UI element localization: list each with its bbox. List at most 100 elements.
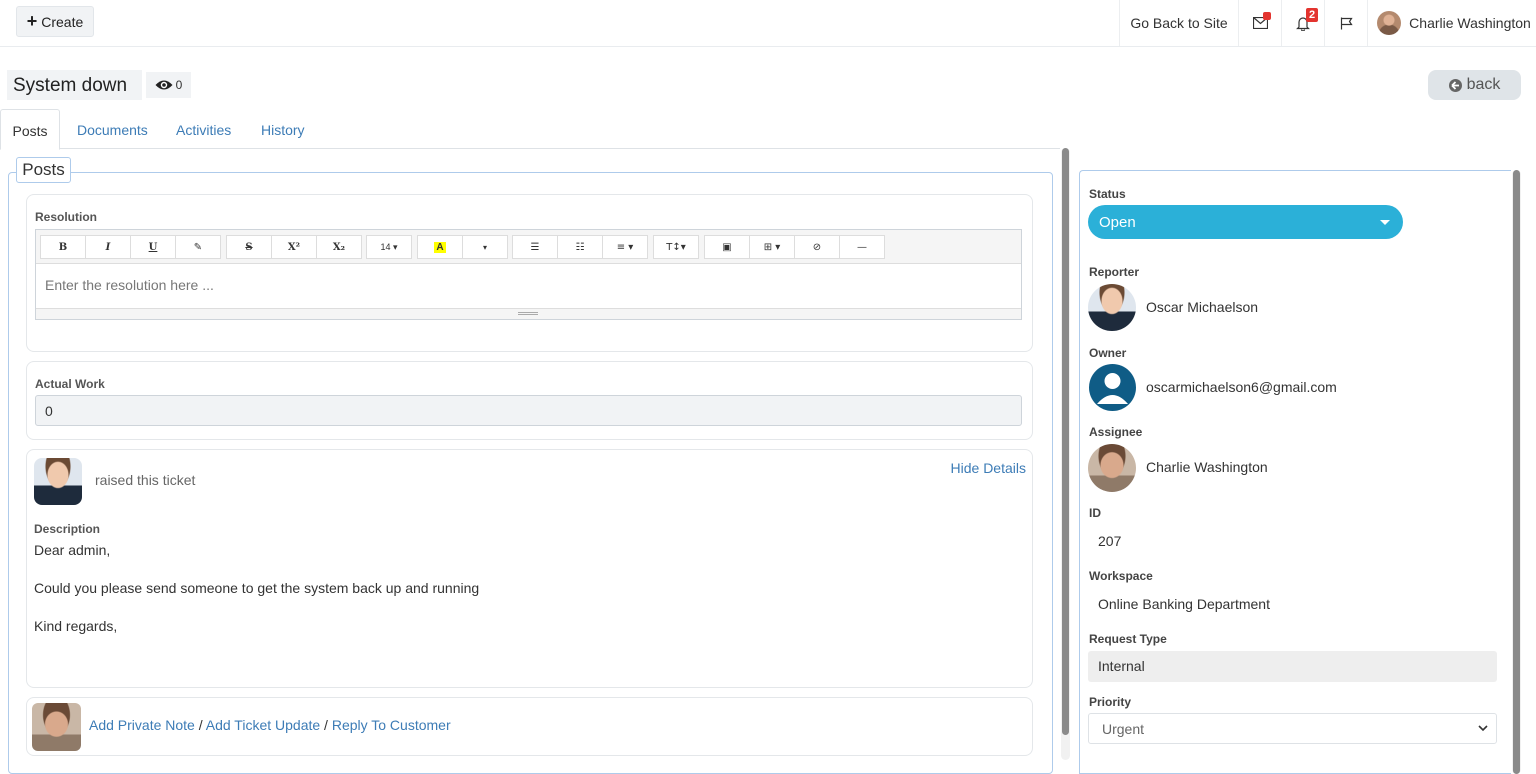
assignee-label: Assignee	[1089, 425, 1143, 439]
font-size-dropdown[interactable]: 14 ▾	[366, 235, 412, 259]
go-back-to-site-label: Go Back to Site	[1130, 15, 1228, 31]
priority-select[interactable]: Urgent	[1088, 713, 1497, 744]
user-avatar	[1377, 11, 1402, 35]
insert-table-dropdown[interactable]: ⊞ ▾	[749, 235, 795, 259]
caret-down-icon	[1380, 220, 1390, 225]
unordered-list-button[interactable]: ☰	[512, 235, 558, 259]
editor-toolbar: B I U ✎ S X² X₂ 14 ▾ A ▾ ☰ ☷ ≡ ▾ T↕▾ ▣ ⊞…	[36, 230, 1021, 264]
resolution-textarea[interactable]: Enter the resolution here ...	[36, 264, 1021, 308]
color-a-icon: A	[434, 241, 446, 253]
insert-link-button[interactable]: ⊘	[794, 235, 840, 259]
create-button[interactable]: + Create	[16, 6, 94, 37]
ticket-title: System down	[7, 70, 142, 100]
actual-work-input[interactable]: 0	[35, 395, 1022, 426]
insert-picture-button[interactable]: ▣	[704, 235, 750, 259]
tab-posts[interactable]: Posts	[0, 109, 60, 150]
request-type-label: Request Type	[1089, 632, 1167, 646]
reply-actions: Add Private Note / Add Ticket Update / R…	[89, 717, 451, 733]
italic-button[interactable]: I	[85, 235, 131, 259]
ordered-list-button[interactable]: ☷	[557, 235, 603, 259]
posts-legend: Posts	[16, 157, 71, 183]
owner-label: Owner	[1089, 346, 1127, 360]
request-type-field: Internal	[1088, 651, 1497, 682]
view-count-value: 0	[175, 78, 183, 92]
owner-avatar	[1089, 364, 1136, 411]
description-line-3: Kind regards,	[34, 618, 118, 634]
description-label: Description	[34, 522, 101, 536]
messages-button[interactable]	[1238, 0, 1281, 46]
id-label: ID	[1089, 506, 1101, 520]
workspace-label: Workspace	[1089, 569, 1153, 583]
reporter-label: Reporter	[1089, 265, 1140, 279]
resolution-card: Resolution B I U ✎ S X² X₂ 14 ▾ A ▾ ☰ ☷ …	[26, 194, 1033, 352]
horizontal-rule-button[interactable]: —	[839, 235, 885, 259]
user-name: Charlie Washington	[1409, 15, 1531, 31]
back-button[interactable]: back	[1428, 70, 1521, 100]
user-menu[interactable]: Charlie Washington	[1367, 0, 1536, 46]
line-height-dropdown[interactable]: T↕▾	[653, 235, 699, 259]
add-ticket-update-link[interactable]: Add Ticket Update	[206, 717, 320, 733]
chevron-down-icon	[1478, 725, 1488, 732]
back-button-label: back	[1466, 76, 1501, 93]
ticket-id: 207	[1098, 533, 1122, 549]
priority-value: Urgent	[1102, 721, 1145, 737]
description-line-1: Dear admin,	[34, 542, 111, 558]
actual-work-label: Actual Work	[35, 377, 105, 391]
reply-to-customer-link[interactable]: Reply To Customer	[332, 717, 451, 733]
status-label: Status	[1089, 187, 1126, 201]
go-back-to-site-link[interactable]: Go Back to Site	[1119, 0, 1238, 46]
reporter-name: Oscar Michaelson	[1146, 299, 1259, 315]
subscript-button[interactable]: X₂	[316, 235, 362, 259]
clear-format-button[interactable]: ✎	[175, 235, 221, 259]
user-silhouette-icon	[1097, 373, 1128, 404]
posts-scrollbar-thumb[interactable]	[1062, 148, 1069, 735]
add-private-note-link[interactable]: Add Private Note	[89, 717, 195, 733]
navbar-right: Go Back to Site 2 Charlie Washington	[1119, 0, 1536, 46]
posts-scrollbar[interactable]	[1061, 148, 1070, 760]
tab-history[interactable]: History	[261, 109, 305, 149]
strikethrough-button[interactable]: S	[226, 235, 272, 259]
status-value: Open	[1099, 214, 1136, 231]
eye-icon	[155, 80, 173, 90]
underline-button[interactable]: U	[130, 235, 176, 259]
color-dropdown-button[interactable]: ▾	[462, 235, 508, 259]
tab-documents[interactable]: Documents	[77, 109, 148, 149]
workspace-value: Online Banking Department	[1098, 596, 1270, 612]
resolution-label: Resolution	[35, 210, 97, 224]
ticket-details-panel	[1079, 170, 1511, 774]
reporter-avatar	[1088, 284, 1136, 331]
assignee-avatar	[1088, 444, 1136, 492]
owner-email: oscarmichaelson6@gmail.com	[1146, 379, 1337, 395]
paragraph-align-dropdown[interactable]: ≡ ▾	[602, 235, 648, 259]
description-line-2: Could you please send someone to get the…	[34, 580, 480, 596]
current-user-avatar	[32, 703, 81, 751]
text-color-button[interactable]: A	[417, 235, 463, 259]
ticket-tabs: Posts Documents Activities History	[0, 109, 1060, 150]
status-dropdown[interactable]: Open	[1088, 205, 1403, 239]
details-scrollbar-thumb[interactable]	[1513, 170, 1520, 774]
actual-work-card: Actual Work 0	[26, 361, 1033, 440]
reporter-post-avatar	[34, 458, 82, 505]
superscript-button[interactable]: X²	[271, 235, 317, 259]
editor-resize-bar[interactable]	[36, 308, 1021, 319]
arrow-left-circle-icon	[1448, 78, 1462, 92]
resize-grip-icon[interactable]	[518, 312, 538, 315]
reply-actions-card: Add Private Note / Add Ticket Update / R…	[26, 697, 1033, 756]
flag-icon	[1340, 17, 1353, 29]
details-scrollbar[interactable]	[1512, 170, 1521, 774]
action-separator: /	[198, 717, 203, 733]
priority-label: Priority	[1089, 695, 1132, 709]
view-count: 0	[146, 72, 191, 98]
tab-activities[interactable]: Activities	[176, 109, 231, 149]
hide-details-link[interactable]: Hide Details	[951, 460, 1026, 476]
raised-ticket-text: raised this ticket	[95, 472, 196, 488]
ticket-post-card: raised this ticket Hide Details Descript…	[26, 449, 1033, 688]
flag-button[interactable]	[1324, 0, 1367, 46]
assignee-name: Charlie Washington	[1146, 459, 1268, 475]
bold-button[interactable]: B	[40, 235, 86, 259]
messages-badge	[1263, 12, 1271, 20]
plus-icon: +	[26, 10, 38, 31]
top-navbar: + Create Go Back to Site 2 Charlie Washi…	[0, 0, 1536, 47]
notifications-count-badge: 2	[1306, 8, 1319, 22]
notifications-button[interactable]: 2	[1281, 0, 1324, 46]
